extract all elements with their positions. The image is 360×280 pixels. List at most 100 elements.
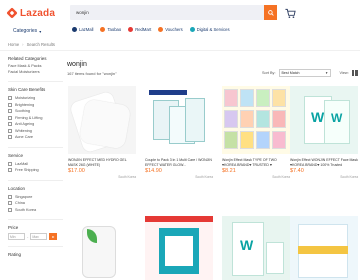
product-card[interactable]: Wonjin Effect Mask TYPE OF TWO ♥KOREA BR… [222, 86, 290, 179]
categories-menu[interactable]: Categories ▾ [13, 28, 41, 34]
checkbox[interactable] [8, 96, 12, 101]
quicklink-vouchers[interactable]: Vouchers [158, 27, 183, 32]
quicklinks: LazMall Taobao RedMart Vouchers Digital … [72, 27, 230, 32]
checkbox[interactable] [8, 128, 12, 133]
quicklink-label: Taobao [107, 27, 122, 32]
checkbox[interactable] [8, 135, 12, 140]
product-meta: South Korea [290, 175, 358, 179]
breadcrumb-home[interactable]: Home [8, 42, 19, 47]
checkbox[interactable] [8, 168, 12, 173]
product-card[interactable]: Couple to Pack 3 in 1 Multi Care / WONJI… [145, 86, 213, 179]
product-card[interactable] [68, 216, 136, 280]
product-name[interactable]: Wonjin Effect WONJIN EFFECT Face Mask ♥K… [290, 158, 358, 167]
checkbox[interactable] [8, 161, 12, 166]
filter-checkbox[interactable]: Acne Care [8, 134, 63, 141]
product-name[interactable]: Couple to Pack 3 in 1 Multi Care / WONJI… [145, 158, 213, 167]
sidebar-divider [8, 179, 63, 181]
skin-care-benefits: Skin Care Benefits Moisturizing Brighten… [8, 87, 63, 141]
quicklink-label: LazMall [79, 27, 94, 32]
product-name[interactable]: Wonjin Effect Mask TYPE OF TWO ♥KOREA BR… [222, 158, 290, 167]
checkbox[interactable] [8, 115, 12, 120]
quicklink-label: RedMart [135, 27, 152, 32]
product-image[interactable] [145, 86, 213, 154]
product-card[interactable] [290, 216, 358, 280]
price-apply-button[interactable]: ▸ [49, 233, 58, 240]
product-location: South Korea [272, 175, 290, 179]
chevron-down-icon: ▾ [39, 28, 42, 34]
checkbox[interactable] [8, 109, 12, 114]
product-price: $8.21 [222, 168, 236, 174]
mini-pack-shape [256, 131, 270, 149]
mask-sheet-shape [78, 98, 132, 150]
mini-pack-shape [256, 89, 270, 107]
product-image[interactable] [68, 86, 136, 154]
chevron-down-icon: ▾ [325, 71, 328, 75]
product-box-shape [159, 228, 199, 274]
lazada-logo[interactable]: Lazada [6, 7, 55, 19]
quicklink-lazmall[interactable]: LazMall [72, 27, 93, 32]
checkbox[interactable] [8, 122, 12, 127]
search-button[interactable] [264, 5, 277, 20]
price-title: Price [8, 225, 19, 230]
checkbox[interactable] [8, 207, 12, 212]
checkbox[interactable] [8, 102, 12, 107]
mini-pack-shape [224, 110, 238, 128]
quicklink-label: Vouchers [165, 27, 183, 32]
quicklink-redmart[interactable]: RedMart [128, 27, 151, 32]
related-categories-title: Related Categories [8, 56, 47, 61]
rating-title: Rating [8, 252, 22, 257]
mini-pack-shape [272, 131, 286, 149]
product-image[interactable]: W [222, 216, 290, 280]
product-image[interactable] [145, 216, 213, 280]
sort-controls: Sort By: Best Match ▾ View: [262, 69, 358, 77]
sidebar-divider [8, 81, 63, 82]
cart-icon[interactable] [285, 8, 296, 22]
search-icon [267, 9, 274, 16]
product-price: $14.90 [145, 168, 162, 174]
related-category-link[interactable]: Facial Moisturizers [8, 70, 63, 76]
filter-label: Free Shipping [15, 168, 39, 172]
product-image[interactable] [68, 216, 136, 280]
mini-pack-shape [240, 110, 254, 128]
play-icon: ▸ [52, 234, 55, 239]
filter-checkbox[interactable]: Free Shipping [8, 167, 63, 174]
wonjin-logo: W [240, 237, 254, 253]
product-card[interactable] [145, 216, 213, 280]
product-price: $7.40 [290, 168, 304, 174]
product-name[interactable]: WONJIN EFFECT MED HYDRO GEL MASK 26G (WH… [68, 158, 136, 167]
product-card[interactable]: WONJIN EFFECT MED HYDRO GEL MASK 26G (WH… [68, 86, 136, 179]
service-title: Service [8, 152, 24, 158]
search-input[interactable]: wonjin [70, 10, 264, 15]
header-divider [0, 50, 360, 51]
price-min-input[interactable]: Min [8, 233, 25, 240]
quicklink-taobao[interactable]: Taobao [100, 27, 121, 32]
product-image[interactable] [222, 86, 290, 154]
mini-pack-shape [224, 131, 238, 149]
quicklink-digital-services[interactable]: Digital & Services [189, 27, 230, 32]
quicklink-label: Digital & Services [196, 27, 230, 32]
taobao-icon [100, 27, 106, 32]
wonjin-logo: W [311, 109, 325, 125]
grid-view-icon[interactable] [351, 70, 358, 76]
categories-label: Categories [13, 28, 38, 34]
product-card[interactable]: W W Wonjin Effect WONJIN EFFECT Face Mas… [290, 86, 358, 179]
product-image[interactable] [290, 216, 358, 280]
product-card[interactable]: W [222, 216, 290, 280]
checkbox[interactable] [8, 201, 12, 206]
mini-pack-shape [256, 110, 270, 128]
filter-checkbox[interactable]: South Korea [8, 207, 63, 214]
breadcrumb-separator: › [22, 42, 24, 47]
price-max-input[interactable]: Max [30, 233, 48, 240]
sort-value: Best Match [281, 71, 300, 75]
mask-pack-shape [82, 226, 116, 278]
filter-label: South Korea [15, 207, 37, 212]
service-filter: Service LazMall Free Shipping [8, 153, 63, 174]
voucher-icon [158, 27, 164, 32]
product-image[interactable]: W W [290, 86, 358, 154]
skin-care-benefits-title: Skin Care Benefits [8, 87, 46, 92]
wonjin-logo: W [331, 111, 343, 125]
sort-label: Sort By: [262, 71, 276, 75]
sort-select[interactable]: Best Match ▾ [278, 69, 331, 77]
product-price: $17.00 [68, 168, 85, 174]
checkbox[interactable] [8, 194, 12, 199]
